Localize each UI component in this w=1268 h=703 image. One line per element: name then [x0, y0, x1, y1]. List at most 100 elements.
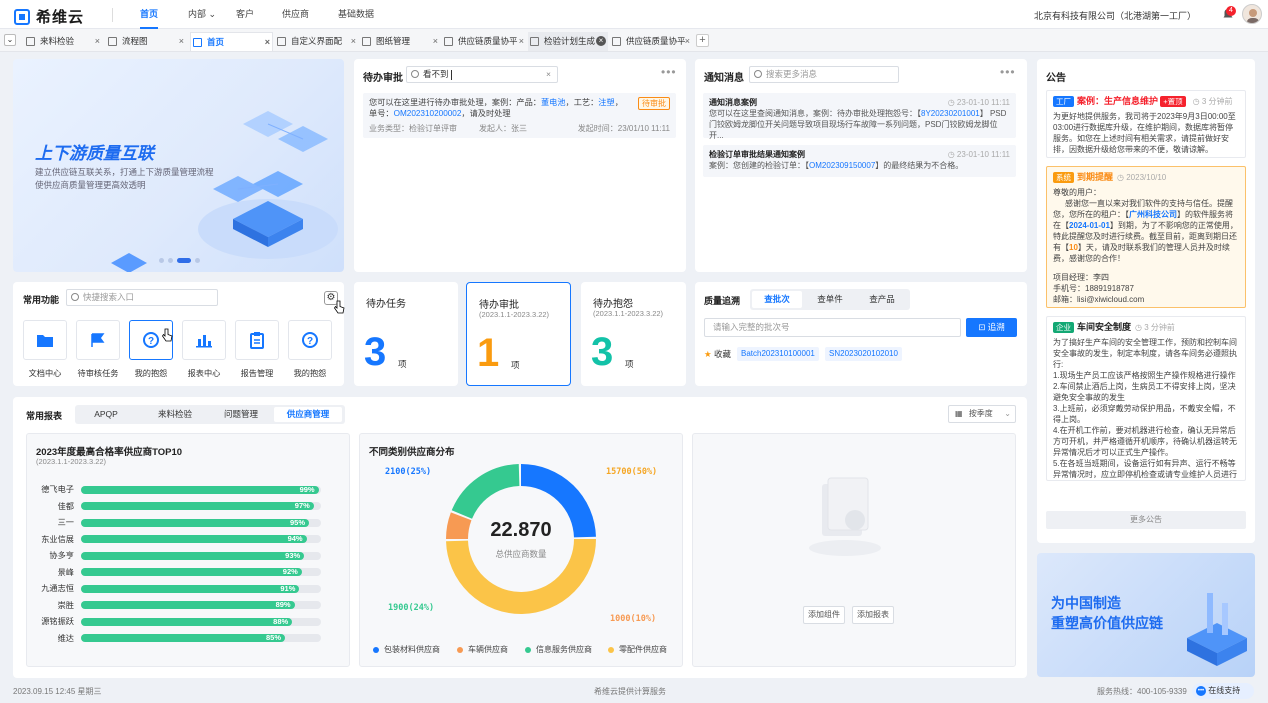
bar-row: 崇胜 89%: [26, 599, 350, 612]
notice-search-input[interactable]: 搜索更多消息: [749, 66, 899, 83]
announcement-item[interactable]: 系统 到期提醒 ◷ 2023/10/10 尊敬的用户： 感谢您一直以来对我们软件的支…: [1046, 166, 1246, 308]
clock-icon: ◷ 23-01-10 11:11: [947, 98, 1010, 107]
favorites-label: ★ 收藏: [704, 349, 732, 359]
nav-base-data[interactable]: 基础数据: [338, 0, 374, 29]
more-announcements-button[interactable]: 更多公告: [1046, 511, 1246, 529]
bar-row: 东业信展 94%: [26, 533, 350, 546]
chat-icon: •••: [1196, 685, 1206, 696]
bar-row: 佳都 97%: [26, 500, 350, 513]
period-select[interactable]: ▦ 按季度 ⌄: [948, 405, 1016, 423]
tab-list-icon[interactable]: ⌄: [4, 34, 16, 46]
top-bar: 希维云 首页 内部 ⌄ 客户 供应商 基础数据 北京有科技有限公司（北港湖第一工…: [0, 0, 1268, 29]
tab-product[interactable]: 查产品: [856, 291, 908, 308]
todo-complaint-counter[interactable]: 待办抱怨 (2023.1.1-2023.3.22) 3项: [581, 282, 686, 386]
tab-flowchart[interactable]: 流程图 ×: [106, 32, 186, 51]
tab-single[interactable]: 查单件: [804, 291, 856, 308]
nav-internal[interactable]: 内部 ⌄: [188, 0, 216, 29]
my-complaint-button-2[interactable]: ?: [288, 320, 332, 360]
slice-label-1: 2100(25%): [385, 467, 432, 477]
report-management-button[interactable]: [235, 320, 279, 360]
add-report-button[interactable]: 添加报表: [852, 606, 894, 624]
flag-icon: [91, 333, 105, 347]
add-widget-button[interactable]: 添加组件: [803, 606, 845, 624]
bar: 85%: [81, 633, 285, 642]
total-label: 总供应商数量: [495, 549, 547, 559]
nav-customer[interactable]: 客户: [236, 0, 254, 29]
tab-apqp[interactable]: APQP: [78, 407, 134, 422]
doc-center-button[interactable]: [23, 320, 67, 360]
network-illustration: [198, 111, 338, 259]
carousel-dots[interactable]: [159, 258, 200, 263]
clock-icon: ◷ 23-01-10 11:11: [947, 150, 1010, 159]
pending-review-button[interactable]: [76, 320, 120, 360]
tab-supplier-management[interactable]: 供应商管理: [274, 407, 342, 422]
bar-value: 92%: [282, 567, 298, 576]
notification-badge: 4: [1226, 6, 1236, 16]
close-icon: ×: [264, 37, 270, 47]
bar-track: 89%: [81, 600, 321, 609]
bar: 91%: [81, 584, 300, 593]
announcement-item[interactable]: 工厂 案例：生产信息维护 +置顶 ◷ 3 分钟前 为更好地提供服务，我司将于2023…: [1046, 90, 1246, 158]
online-support-button[interactable]: ••• 在线支持: [1192, 683, 1254, 699]
total-value: 22.870: [490, 519, 552, 541]
calendar-icon: ▦: [955, 409, 963, 418]
tab-inspection-plan[interactable]: 检验计划生成 ×: [528, 32, 608, 51]
bar: 92%: [81, 567, 302, 576]
tab-issue[interactable]: 问题管理: [212, 407, 270, 422]
notice-item[interactable]: 检验订单审批结果通知案例 ◷ 23-01-10 11:11 案例：您创建的检验订…: [703, 145, 1016, 177]
tab-custom-ui[interactable]: 自定义界面配 ×: [275, 32, 358, 51]
quick-search-input[interactable]: 快捷搜索入口: [66, 289, 218, 306]
todo-approval-counter[interactable]: 待办审批 (2023.1.1-2023.3.22) 1项: [466, 282, 571, 386]
more-icon[interactable]: •••: [661, 65, 677, 79]
tab-home[interactable]: 首页 ×: [190, 32, 273, 51]
tab-incoming-inspection[interactable]: 来料检验 ×: [24, 32, 102, 51]
bar-label: 景峰: [57, 567, 74, 577]
donut-slice: [451, 464, 520, 520]
svg-text:?: ?: [307, 336, 313, 347]
logo[interactable]: 希维云: [14, 6, 84, 27]
avatar[interactable]: [1242, 4, 1262, 24]
bar-track: 93%: [81, 551, 321, 560]
close-icon: ×: [518, 36, 524, 46]
add-tab-button[interactable]: +: [696, 34, 709, 47]
legend-info: 信息服务供应商: [525, 644, 592, 655]
tab-supply-chain-2[interactable]: 供应链质量协平 ×: [610, 32, 692, 51]
bar-track: 99%: [81, 484, 321, 494]
search-icon: [71, 293, 79, 301]
folder-icon: [37, 335, 53, 347]
todo-search-input[interactable]: 看不到 ×: [406, 66, 558, 83]
fav-sn-pill[interactable]: SN2023020102010: [825, 347, 902, 361]
empty-illustration-icon: [809, 477, 881, 556]
trace-button[interactable]: ⊡ 追溯: [966, 318, 1017, 337]
bar: 97%: [81, 501, 314, 510]
bar-value: 94%: [287, 534, 303, 543]
close-icon: ×: [94, 36, 100, 46]
notice-item[interactable]: 通知消息案例 ◷ 23-01-10 11:11 您可以在这里查阅通知消息，案例：…: [703, 93, 1016, 140]
company-name[interactable]: 北京有科技有限公司（北港湖第一工厂）: [1034, 9, 1196, 22]
batch-number-input[interactable]: 请输入完整的批次号: [704, 318, 961, 337]
tab-batch[interactable]: 查批次: [752, 291, 802, 308]
todo-task-counter[interactable]: 待办任务 3项: [354, 282, 458, 386]
chevron-down-icon: ⌄: [208, 9, 217, 19]
bar-row: 源铭振跃 88%: [26, 615, 350, 628]
close-icon: ×: [178, 36, 184, 46]
banner[interactable]: 上下游质量互联 建立供应链互联关系，打通上下游质量管理流程 使供应商质量管理更高…: [13, 59, 344, 272]
announcement-item[interactable]: 企业 车间安全制度 ◷ 3 分钟前 为了搞好生产车间的安全管理工作，预防和控制车间安…: [1046, 316, 1246, 481]
more-icon[interactable]: •••: [1000, 65, 1016, 79]
nav-home[interactable]: 首页: [140, 0, 159, 29]
bar-track: 95%: [81, 518, 321, 527]
promo-banner[interactable]: 为中国制造 重塑高价值供应链: [1037, 553, 1255, 677]
bar-value: 99%: [299, 484, 315, 494]
fav-batch-pill[interactable]: Batch202310100001: [737, 347, 819, 361]
panel-title: 待办审批: [363, 73, 403, 84]
report-center-button[interactable]: [182, 320, 226, 360]
todo-item[interactable]: 您可以在这里进行待办审批处理，案例：产品：董电池，工艺：注塑， 单号：OM202…: [363, 93, 676, 138]
status-badge: 待审批: [638, 97, 670, 110]
tab-supply-chain-1[interactable]: 供应链质量协平 ×: [442, 32, 526, 51]
close-icon: ×: [684, 36, 690, 46]
bar-track: 85%: [81, 633, 321, 642]
chart-subtitle: (2023.1.1-2023.3.22): [36, 457, 107, 466]
tab-incoming[interactable]: 来料检验: [146, 407, 204, 422]
nav-supplier[interactable]: 供应商: [282, 0, 309, 29]
tab-drawing[interactable]: 图纸管理 ×: [360, 32, 440, 51]
